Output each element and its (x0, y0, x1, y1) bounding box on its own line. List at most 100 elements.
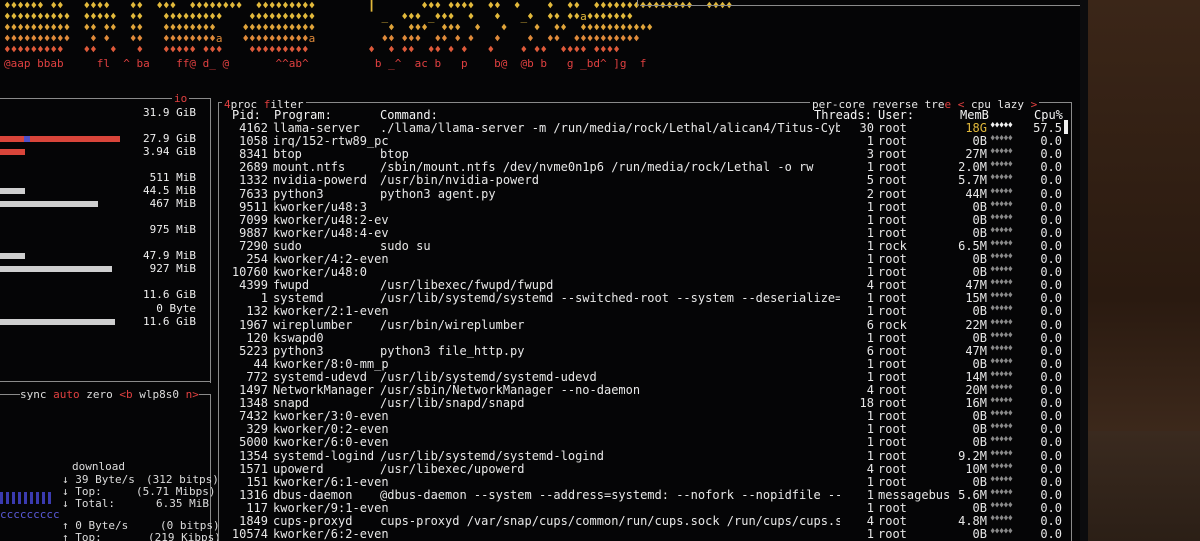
table-row[interactable]: 5000 kworker/6:0-even 1 root 0B ♦♦♦♦♦ 0.0 (218, 435, 1068, 450)
table-row[interactable]: 1 systemd/usr/lib/systemd/systemd --switc… (218, 291, 1068, 306)
cpu-cell: 0.0 (1040, 317, 1062, 332)
table-row[interactable]: 117 kworker/9:1-even 1 root 0B ♦♦♦♦♦ 0.0 (218, 500, 1068, 515)
net-header: sync auto zero <b wlp8s0 n> (20, 388, 199, 401)
auto-toggle[interactable]: auto (53, 388, 80, 401)
col-cpu[interactable]: Cpu% (1034, 108, 1063, 122)
threads-cell: 1 (866, 356, 874, 371)
mem-value: 467 MiB (149, 197, 196, 210)
program-cell: kworker/9:1-even (273, 500, 389, 515)
table-row[interactable]: 4162 llama-server ./llama/llama-server -m … (218, 121, 1068, 135)
table-row[interactable]: 1354 systemd-logind/usr/lib/systemd/syste… (218, 448, 1068, 463)
table-row[interactable]: 1967 wireplumber/usr/bin/wireplumber 6 rock… (218, 317, 1068, 332)
table-row[interactable]: 254 kworker/4:2-even 1 root 0B ♦♦♦♦♦ 0.0 (218, 252, 1068, 266)
cpu-cell: 0.0 (1040, 396, 1062, 411)
panel-border (1071, 102, 1072, 541)
table-row[interactable]: 7432 kworker/3:0-even 1 root 0B ♦♦♦♦♦ 0.0 (218, 409, 1068, 424)
col-command[interactable]: Command: (380, 108, 438, 122)
table-row[interactable]: 772 systemd-udevd/usr/lib/systemd/systemd… (218, 370, 1068, 384)
cpu-cell: 0.0 (1040, 278, 1062, 293)
proc-panel: 4proc filter per-core reverse tree < cpu… (218, 98, 1072, 541)
table-row[interactable]: 1571 upowerd/usr/libexec/upowerd 4 root 10M ♦… (218, 462, 1068, 476)
next-iface-button[interactable]: n> (186, 388, 199, 401)
threads-cell: 4 (866, 514, 874, 528)
pid-cell: 117 (246, 500, 268, 515)
threads-cell: 2 (866, 186, 874, 201)
program-cell: kworker/u48:4-ev (273, 225, 389, 240)
table-row[interactable]: 151 kworker/6:1-even 1 root 0B ♦♦♦♦♦ 0.0 (218, 475, 1068, 489)
table-row[interactable]: 9511 kworker/u48:3 1 root 0B ♦♦♦♦♦ 0.0 (218, 199, 1068, 214)
command-cell: /sbin/mount.ntfs /dev/nvme0n1p6 /run/med… (380, 160, 814, 175)
pid-cell: 10574 (231, 527, 268, 541)
pid-cell: 8341 (239, 147, 268, 162)
mem-value: 511 MiB (149, 171, 196, 184)
mem-value: 44.5 MiB (143, 184, 196, 197)
table-row[interactable]: 10760 kworker/u48:0 1 root 0B ♦♦♦♦♦ 0.0 (218, 265, 1068, 280)
threads-cell: 1 (866, 487, 874, 502)
mem-panel: io 31.9 GiB 27.9 GiB 3.94 GiB 511 MiB 44… (0, 92, 214, 383)
pid-cell: 1354 (239, 448, 268, 463)
mem-value: 11.6 GiB (143, 288, 196, 301)
program-cell: kworker/6:2-even (273, 527, 389, 541)
table-row[interactable]: 329 kworker/0:2-even 1 root 0B ♦♦♦♦♦ 0.0 (218, 422, 1068, 437)
pid-cell: 4162 (239, 121, 268, 135)
table-row[interactable]: 7633 python3 python3 agent.py 2 root 44M ♦♦♦♦♦… (218, 186, 1068, 201)
table-row[interactable]: 1058 irq/152-rtw89_pc 1 root 0B ♦♦♦♦♦ 0.0 (218, 134, 1068, 149)
col-program[interactable]: Program: (274, 108, 332, 122)
threads-cell: 1 (866, 435, 874, 450)
cpu-cell: 0.0 (1040, 199, 1062, 214)
table-row[interactable]: 2689 mount.ntfs/sbin/mount.ntfs /dev/nvme… (218, 160, 1068, 175)
table-row[interactable]: 10574 kworker/6:2-even 1 root 0B ♦♦♦♦♦ 0.0 (218, 527, 1068, 541)
pid-cell: 1058 (239, 134, 268, 149)
mem-row: 31.9 GiB (0, 106, 200, 120)
table-row[interactable]: 120 kswapd0 1 root 0B ♦♦♦♦♦ 0.0 (218, 330, 1068, 345)
mem-row: 47.9 MiB (0, 249, 200, 263)
cpu-cell: 57.5 (1033, 121, 1062, 135)
table-row[interactable]: 1497 NetworkManager/usr/sbin/NetworkManag… (218, 383, 1068, 397)
program-cell: kworker/3:0-even (273, 409, 389, 424)
mem-cell: 0B (972, 265, 987, 280)
program-cell: irq/152-rtw89_pc (273, 134, 389, 149)
zero-toggle[interactable]: zero (86, 388, 113, 401)
table-row[interactable]: 9887 kworker/u48:4-ev 1 root 0B ♦♦♦♦♦ 0.0 (218, 225, 1068, 240)
col-user[interactable]: User: (878, 108, 914, 122)
cpu-cell: 0.0 (1040, 422, 1062, 437)
table-row[interactable]: 1348 snapd/usr/lib/snapd/snapd 18 root 16M ♦♦… (218, 396, 1068, 411)
table-row[interactable]: 8341 btop btop 3 root 27M ♦♦♦♦♦ 0.0 (218, 147, 1068, 162)
table-row[interactable]: 4399 fwupd/usr/libexec/fwupd/fwupd 4 root 47… (218, 278, 1068, 293)
table-row[interactable]: 1332 nvidia-powerd/usr/bin/nvidia-powerd 5… (218, 173, 1068, 187)
tree-toggle[interactable]: tree (925, 98, 952, 111)
col-threads[interactable]: Threads: (814, 108, 872, 122)
threads-cell: 1 (866, 422, 874, 437)
mem-bar (0, 136, 120, 142)
col-pid[interactable]: Pid: (232, 108, 261, 122)
table-row[interactable]: 1316 dbus-daemon @dbus-daemon --system --a… (218, 487, 1068, 502)
mem-cell: 0B (972, 252, 987, 266)
table-row[interactable]: 132 kworker/2:1-even 1 root 0B ♦♦♦♦♦ 0.0 (218, 304, 1068, 318)
table-row[interactable]: 1849 cups-proxyd cups-proxyd /var/snap/cup… (218, 514, 1068, 528)
mem-cell: 18G (965, 121, 987, 135)
cpu-cell: 0.0 (1040, 435, 1062, 450)
pid-cell: 44 (253, 356, 268, 371)
program-cell: kswapd0 (273, 330, 324, 345)
cpu-graph-row: ♦♦♦♦♦♦♦♦♦ ♦♦ ♦ ♦ ♦♦♦♦♦ ♦♦♦ ♦♦♦♦♦♦♦♦♦ ♦ ♦… (4, 43, 620, 56)
sync-toggle[interactable]: sync (20, 388, 47, 401)
cpu-cell: 0.0 (1040, 409, 1062, 424)
col-mem[interactable]: MemB (960, 108, 989, 122)
mem-cell: 0B (972, 134, 987, 149)
program-cell: kworker/4:2-even (273, 252, 389, 266)
table-row[interactable]: 7099 kworker/u48:2-ev 1 root 0B ♦♦♦♦♦ 0.0 (218, 212, 1068, 227)
table-row[interactable]: 5223 python3 python3 file_http.py 6 root 47M ♦… (218, 343, 1068, 358)
table-row[interactable]: 44 kworker/8:0-mm_p 1 root 0B ♦♦♦♦♦ 0.0 (218, 356, 1068, 371)
program-cell: kworker/8:0-mm_p (273, 356, 389, 371)
prev-iface-button[interactable]: <b (119, 388, 132, 401)
threads-cell: 1 (866, 199, 874, 214)
mem-cell: 0B (972, 212, 987, 227)
cpu-cell: 0.0 (1040, 527, 1062, 541)
table-row[interactable]: 7290 sudo sudo su 1 rock 6.5M ♦♦♦♦♦ 0.0 (218, 239, 1068, 253)
command-cell: python3 file_http.py (380, 343, 525, 358)
pid-cell: 1316 (239, 487, 268, 502)
cpu-cell: 0.0 (1040, 291, 1062, 306)
cpu-cell: 0.0 (1040, 134, 1062, 149)
io-label[interactable]: io (172, 92, 190, 105)
net-stat-label: ↑ Top: (62, 531, 102, 541)
